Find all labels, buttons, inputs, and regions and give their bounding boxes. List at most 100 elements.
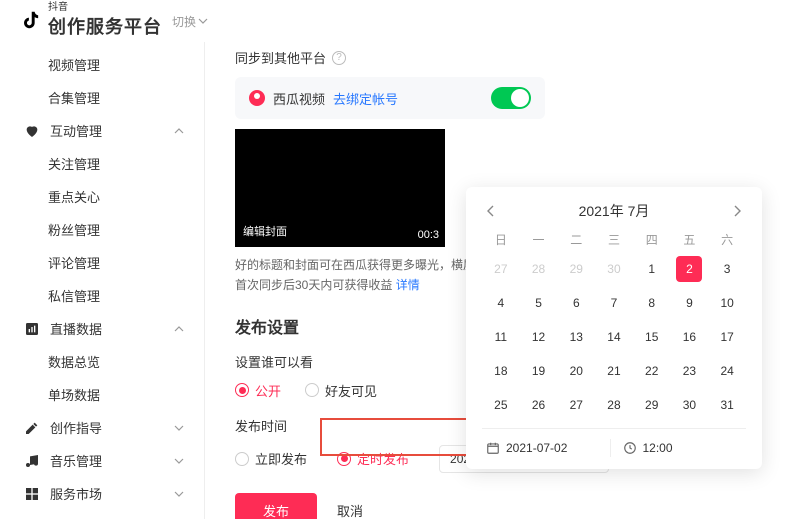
- sidebar-label: 音乐管理: [50, 451, 102, 470]
- calendar-day[interactable]: 24: [714, 358, 740, 384]
- calendar-day[interactable]: 10: [714, 290, 740, 316]
- calendar-day[interactable]: 26: [526, 392, 552, 418]
- visibility-friends[interactable]: 好友可见: [305, 381, 377, 400]
- sidebar-item-0[interactable]: 视频管理: [0, 48, 204, 81]
- sidebar-parent-13[interactable]: 服务市场: [0, 477, 204, 510]
- chevron-up-icon: [174, 324, 184, 334]
- sidebar-parent-12[interactable]: 音乐管理: [0, 444, 204, 477]
- sidebar-label: 服务市场: [50, 484, 102, 503]
- sidebar-label: 粉丝管理: [48, 220, 100, 239]
- sidebar-item-1[interactable]: 合集管理: [0, 81, 204, 114]
- sync-toggle[interactable]: [491, 87, 531, 109]
- calendar-date-field[interactable]: 2021-07-02: [482, 439, 610, 457]
- app-header: 抖音 创作服务平台 切换: [0, 0, 800, 42]
- calendar-day[interactable]: 18: [488, 358, 514, 384]
- help-icon[interactable]: ?: [332, 51, 346, 65]
- switch-link[interactable]: 切换: [172, 13, 208, 30]
- calendar-grid: 日一二三四五六272829301234567891011121314151617…: [482, 231, 746, 418]
- calendar-day[interactable]: 6: [563, 290, 589, 316]
- sidebar-label: 创作指导: [50, 418, 102, 437]
- calendar-day[interactable]: 31: [714, 392, 740, 418]
- sidebar-label: 直播数据: [50, 319, 102, 338]
- calendar-prev[interactable]: [482, 202, 500, 220]
- calendar-day[interactable]: 4: [488, 290, 514, 316]
- calendar-dow: 四: [633, 231, 671, 248]
- radio-icon: [235, 383, 249, 397]
- sidebar-parent-8[interactable]: 直播数据: [0, 312, 204, 345]
- edit-cover-label[interactable]: 编辑封面: [243, 223, 287, 239]
- logo[interactable]: 抖音 创作服务平台: [20, 3, 162, 39]
- radio-icon: [337, 452, 351, 466]
- calendar-dow: 一: [520, 231, 558, 248]
- main-content: 同步到其他平台 ? 西瓜视频 去绑定帐号 编辑封面 00:3 好的标题和封面可在…: [205, 42, 800, 519]
- video-preview[interactable]: 编辑封面 00:3: [235, 129, 445, 247]
- calendar-day[interactable]: 23: [676, 358, 702, 384]
- calendar-day[interactable]: 3: [714, 256, 740, 282]
- sidebar-parent-14[interactable]: 创作者学院: [0, 510, 204, 519]
- calendar-day[interactable]: 13: [563, 324, 589, 350]
- sidebar-item-10[interactable]: 单场数据: [0, 378, 204, 411]
- calendar-day[interactable]: 29: [639, 392, 665, 418]
- publish-now[interactable]: 立即发布: [235, 449, 307, 468]
- chevron-up-icon: [174, 126, 184, 136]
- music-icon: [24, 453, 40, 469]
- calendar-day-prev[interactable]: 30: [601, 256, 627, 282]
- calendar-day[interactable]: 1: [639, 256, 665, 282]
- sidebar-label: 私信管理: [48, 286, 100, 305]
- sidebar-label: 互动管理: [50, 121, 102, 140]
- sync-section-label: 同步到其他平台 ?: [235, 48, 800, 67]
- logo-text: 创作服务平台: [48, 13, 162, 39]
- calendar-dow: 日: [482, 231, 520, 248]
- cancel-button[interactable]: 取消: [337, 493, 363, 519]
- calendar-day[interactable]: 30: [676, 392, 702, 418]
- sync-xigua-row: 西瓜视频 去绑定帐号: [235, 77, 545, 119]
- chevron-down-icon: [174, 456, 184, 466]
- calendar-time-field[interactable]: 12:00: [610, 439, 747, 457]
- calendar-day[interactable]: 2: [676, 256, 702, 282]
- calendar-dow: 二: [557, 231, 595, 248]
- calendar-day-prev[interactable]: 27: [488, 256, 514, 282]
- sidebar-label: 视频管理: [48, 55, 100, 74]
- calendar-next[interactable]: [728, 202, 746, 220]
- sidebar: 视频管理合集管理互动管理关注管理重点关心粉丝管理评论管理私信管理直播数据数据总览…: [0, 42, 205, 519]
- calendar-day[interactable]: 27: [563, 392, 589, 418]
- calendar-day[interactable]: 16: [676, 324, 702, 350]
- sidebar-item-3[interactable]: 关注管理: [0, 147, 204, 180]
- publish-scheduled[interactable]: 定时发布: [337, 449, 409, 468]
- chevron-down-icon: [174, 423, 184, 433]
- calendar-day[interactable]: 21: [601, 358, 627, 384]
- calendar-day-prev[interactable]: 28: [526, 256, 552, 282]
- calendar-day[interactable]: 15: [639, 324, 665, 350]
- sidebar-item-5[interactable]: 粉丝管理: [0, 213, 204, 246]
- calendar-day[interactable]: 20: [563, 358, 589, 384]
- calendar-day[interactable]: 8: [639, 290, 665, 316]
- sidebar-label: 评论管理: [48, 253, 100, 272]
- sidebar-label: 单场数据: [48, 385, 100, 404]
- calendar-day[interactable]: 19: [526, 358, 552, 384]
- radio-icon: [235, 452, 249, 466]
- sidebar-item-9[interactable]: 数据总览: [0, 345, 204, 378]
- calendar-day[interactable]: 9: [676, 290, 702, 316]
- calendar-day[interactable]: 11: [488, 324, 514, 350]
- calendar-day[interactable]: 25: [488, 392, 514, 418]
- publish-button[interactable]: 发布: [235, 493, 317, 519]
- douyin-logo-icon: [20, 9, 42, 34]
- sidebar-parent-11[interactable]: 创作指导: [0, 411, 204, 444]
- sidebar-item-7[interactable]: 私信管理: [0, 279, 204, 312]
- calendar-day[interactable]: 12: [526, 324, 552, 350]
- detail-link[interactable]: 详情: [396, 278, 420, 292]
- calendar-day[interactable]: 14: [601, 324, 627, 350]
- calendar-dow: 三: [595, 231, 633, 248]
- sidebar-item-6[interactable]: 评论管理: [0, 246, 204, 279]
- sidebar-item-4[interactable]: 重点关心: [0, 180, 204, 213]
- calendar-day[interactable]: 17: [714, 324, 740, 350]
- calendar-day[interactable]: 22: [639, 358, 665, 384]
- calendar-day[interactable]: 7: [601, 290, 627, 316]
- calendar-day[interactable]: 5: [526, 290, 552, 316]
- visibility-public[interactable]: 公开: [235, 381, 281, 400]
- sidebar-parent-2[interactable]: 互动管理: [0, 114, 204, 147]
- calendar-day[interactable]: 28: [601, 392, 627, 418]
- bind-account-link[interactable]: 去绑定帐号: [333, 89, 398, 108]
- sidebar-label: 关注管理: [48, 154, 100, 173]
- calendar-day-prev[interactable]: 29: [563, 256, 589, 282]
